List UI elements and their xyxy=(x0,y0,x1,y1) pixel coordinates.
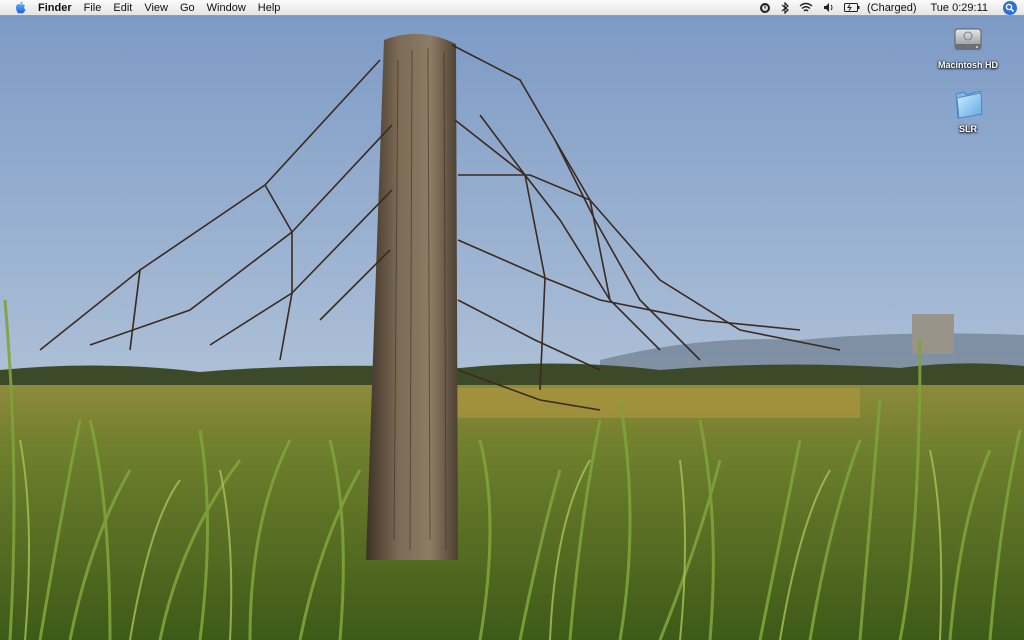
hard-drive-icon xyxy=(950,22,986,58)
apple-logo-icon[interactable] xyxy=(13,1,27,15)
volume-icon[interactable] xyxy=(823,0,834,16)
time-machine-icon[interactable] xyxy=(759,0,771,16)
wallpaper-image xyxy=(0,0,1024,640)
battery-status-text: (Charged) xyxy=(866,1,917,14)
menu-bar-left: Finder File Edit View Go Window Help xyxy=(0,0,286,16)
desktop-icon-slr[interactable]: SLR xyxy=(928,86,1008,134)
desktop[interactable]: Finder File Edit View Go Window Help (Ch… xyxy=(0,0,1024,640)
desktop-icon-label: Macintosh HD xyxy=(937,60,998,70)
menu-edit[interactable]: Edit xyxy=(107,0,138,16)
menu-file[interactable]: File xyxy=(78,0,108,16)
menu-go[interactable]: Go xyxy=(174,0,201,16)
menu-clock[interactable]: Tue 0:29:11 xyxy=(931,2,989,14)
menu-finder[interactable]: Finder xyxy=(36,0,78,16)
wifi-icon[interactable] xyxy=(799,0,813,16)
menu-bar: Finder File Edit View Go Window Help (Ch… xyxy=(0,0,1024,16)
menu-bar-right: (Charged) Tue 0:29:11 xyxy=(754,0,1024,16)
menu-help[interactable]: Help xyxy=(252,0,287,16)
bluetooth-icon[interactable] xyxy=(781,0,789,16)
spotlight-search-icon[interactable] xyxy=(1002,0,1018,16)
desktop-icon-label: SLR xyxy=(959,124,977,134)
menu-view[interactable]: View xyxy=(138,0,174,16)
desktop-icon-macintosh-hd[interactable]: Macintosh HD xyxy=(928,22,1008,70)
menu-window[interactable]: Window xyxy=(201,0,252,16)
battery-icon[interactable] xyxy=(843,0,860,16)
folder-icon xyxy=(950,86,986,122)
